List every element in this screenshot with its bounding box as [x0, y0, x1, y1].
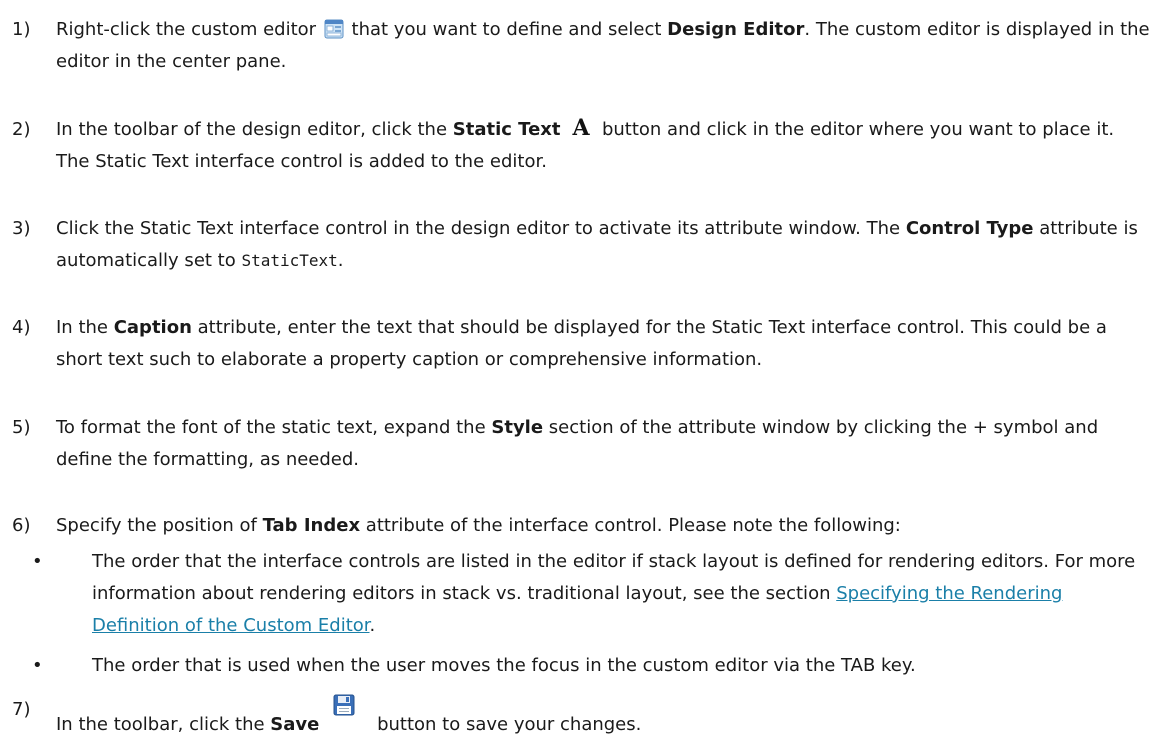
bullet-item-2: • The order that is used when the user m…	[24, 650, 1144, 682]
design-editor-term: Design Editor	[667, 19, 805, 40]
step-text: Specify the position of Tab Index attrib…	[56, 510, 1152, 542]
step-number: 7)	[12, 699, 31, 720]
static-text-code: StaticText	[241, 251, 338, 270]
custom-editor-icon	[324, 19, 344, 39]
svg-text:A: A	[572, 115, 591, 139]
static-text-term: Static Text	[452, 119, 561, 140]
text-run: that you want to define and select	[345, 19, 668, 40]
step-number: 6)	[12, 515, 31, 536]
step-number: 5)	[12, 417, 31, 438]
save-icon	[333, 694, 355, 716]
step-7: 7) In the toolbar, click the Save button…	[12, 694, 1152, 741]
step-number: 1)	[12, 19, 31, 40]
bullet-item-1: • The order that the interface controls …	[24, 546, 1144, 642]
text-run: Right-click the custom editor	[56, 19, 322, 40]
bullet-dot: •	[32, 655, 43, 676]
step-text: In the Caption attribute, enter the text…	[56, 312, 1152, 376]
text-run: button to save your changes.	[371, 714, 642, 735]
text-run: .	[337, 250, 344, 271]
step-text: Right-click the custom editor that you w…	[56, 14, 1152, 78]
text-run: To format the font of the static text, e…	[56, 417, 492, 438]
step-6: 6) Specify the position of Tab Index att…	[12, 510, 1152, 542]
step-5: 5) To format the font of the static text…	[12, 412, 1152, 476]
tab-index-term: Tab Index	[262, 515, 361, 536]
step-1: 1) Right-click the custom editor that yo…	[12, 14, 1152, 78]
text-run: In the	[56, 317, 114, 338]
caption-term: Caption	[113, 317, 192, 338]
step-text: In the toolbar of the design editor, cli…	[56, 114, 1152, 178]
text-run: Click the Static Text interface control …	[56, 218, 906, 239]
bullet-text: The order that is used when the user mov…	[92, 650, 1144, 682]
bullet-dot: •	[32, 551, 43, 572]
step-2: 2) In the toolbar of the design editor, …	[12, 114, 1152, 178]
save-term: Save	[270, 714, 320, 735]
control-type-term: Control Type	[905, 218, 1034, 239]
static-text-icon: A	[572, 115, 591, 139]
step-3: 3) Click the Static Text interface contr…	[12, 213, 1152, 277]
step-4: 4) In the Caption attribute, enter the t…	[12, 312, 1152, 376]
step-number: 2)	[12, 119, 31, 140]
step-number: 3)	[12, 218, 31, 239]
step-number: 4)	[12, 317, 31, 338]
text-run: .	[369, 615, 376, 636]
text-run: In the toolbar, click the	[56, 714, 271, 735]
step-text: Click the Static Text interface control …	[56, 213, 1152, 277]
text-run: The order that is used when the user mov…	[92, 655, 916, 676]
style-term: Style	[491, 417, 544, 438]
text-run: attribute, enter the text that should be…	[56, 317, 1107, 370]
text-run: attribute of the interface control. Plea…	[360, 515, 901, 536]
step-text: In the toolbar, click the Save button to…	[56, 694, 1152, 741]
text-run: In the toolbar of the design editor, cli…	[56, 119, 453, 140]
bullet-text: The order that the interface controls ar…	[92, 546, 1144, 642]
step-text: To format the font of the static text, e…	[56, 412, 1152, 476]
text-run: Specify the position of	[56, 515, 263, 536]
